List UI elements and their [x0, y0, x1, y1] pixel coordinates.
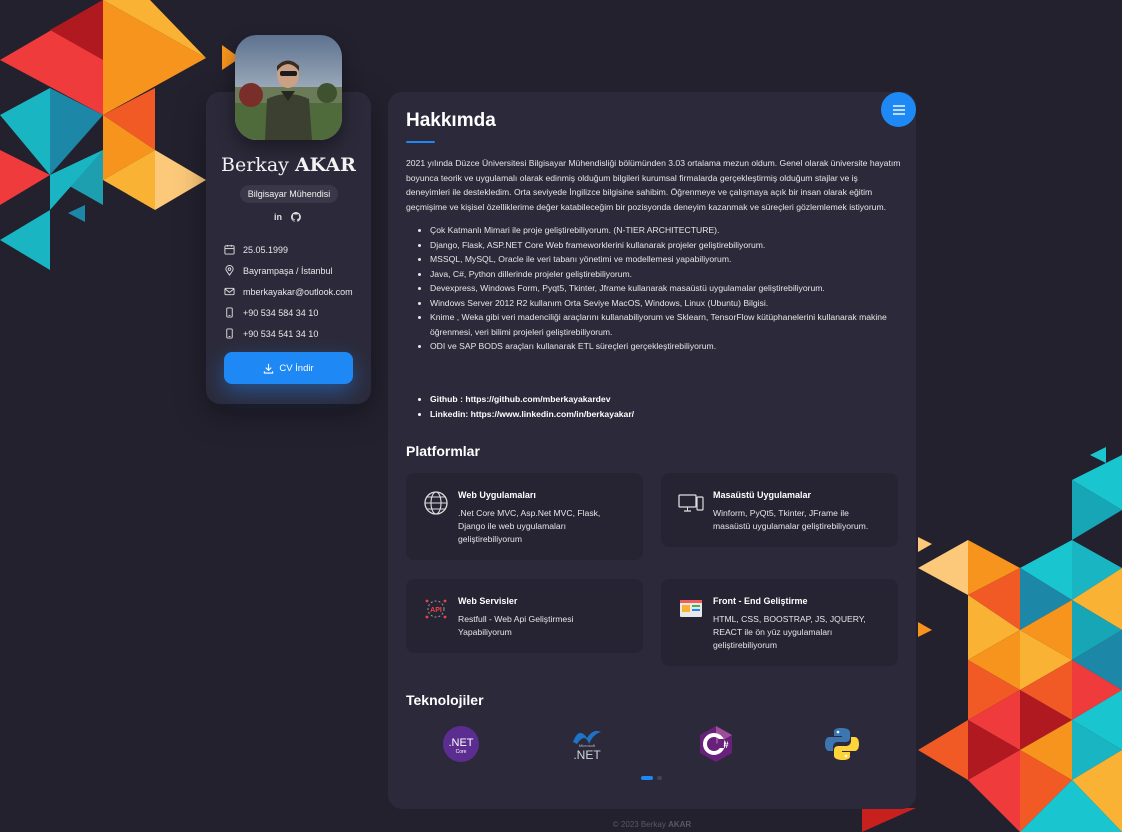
platform-title: Front - End Geliştirme: [713, 596, 808, 606]
list-item: Django, Flask, ASP.NET Core Web framewor…: [430, 238, 900, 253]
list-item: Knime , Weka gibi veri madenciliği araçl…: [430, 310, 900, 339]
profile-name: Berkay AKAR: [206, 154, 371, 176]
platform-title: Web Uygulamaları: [458, 490, 536, 500]
footer-text: © 2023 Berkay: [612, 820, 666, 829]
about-paragraph: 2021 yılında Düzce Üniversitesi Bilgisay…: [406, 158, 901, 212]
hamburger-icon: [892, 104, 905, 115]
profile-links: Github : https://github.com/mberkayakard…: [430, 392, 634, 422]
contact-info: 25.05.1999 Bayrampaşa / İstanbul mberkay…: [224, 239, 353, 344]
platform-card-web: Web Uygulamaları .Net Core MVC, Asp.Net …: [406, 473, 643, 560]
linkedin-icon[interactable]: in: [274, 212, 282, 224]
cv-download-label: CV İndir: [279, 362, 314, 374]
list-item: MSSQL, MySQL, Oracle ile veri tabanı yön…: [430, 252, 900, 267]
pagination-dot-active[interactable]: [641, 776, 653, 780]
platforms-heading: Platformlar: [406, 443, 480, 459]
github-icon[interactable]: [290, 212, 301, 224]
globe-icon: [424, 491, 448, 515]
platform-title: Masaüstü Uygulamalar: [713, 490, 812, 500]
location-row: Bayrampaşa / İstanbul: [224, 260, 353, 281]
job-title-badge: Bilgisayar Mühendisi: [240, 185, 338, 203]
dotnet-framework-label: .NET: [573, 748, 601, 762]
location-pin-icon: [225, 265, 234, 276]
mail-icon: [224, 287, 235, 296]
phone-icon: [226, 307, 233, 318]
first-name: Berkay: [221, 154, 289, 176]
phone-row-2[interactable]: +90 534 541 34 10: [224, 323, 353, 344]
heading-underline: [406, 141, 435, 143]
github-link[interactable]: Github : https://github.com/mberkayakard…: [430, 392, 634, 407]
email-row[interactable]: mberkayakar@outlook.com: [224, 281, 353, 302]
technologies-heading: Teknolojiler: [406, 692, 484, 708]
dotnet-framework-icon: Microsoft .NET: [573, 730, 601, 762]
footer-name: AKAR: [668, 820, 692, 829]
phone-row-1[interactable]: +90 534 584 34 10: [224, 302, 353, 323]
avatar: [235, 35, 342, 140]
birthdate-row: 25.05.1999: [224, 239, 353, 260]
svg-text:API: API: [430, 607, 442, 614]
list-item: Java, C#, Python dillerinde projeler gel…: [430, 267, 900, 282]
platform-card-desktop: Masaüstü Uygulamalar Winform, PyQt5, Tki…: [661, 473, 898, 547]
desktop-icon: [678, 494, 704, 512]
list-item: Devexpress, Windows Form, Pyqt5, Tkinter…: [430, 281, 900, 296]
skills-list: Çok Katmanlı Mimari ile proje geliştireb…: [430, 223, 900, 354]
calendar-icon: [224, 244, 235, 255]
menu-button[interactable]: [881, 92, 916, 127]
platform-desc: Restfull - Web Api Geliştirmesi Yapabili…: [458, 614, 574, 638]
carousel-pagination: [641, 776, 662, 780]
platform-title: Web Servisler: [458, 596, 518, 606]
list-item: Çok Katmanlı Mimari ile proje geliştireb…: [430, 223, 900, 238]
api-icon: API: [425, 599, 447, 619]
python-icon: [825, 728, 859, 760]
phone-text[interactable]: +90 534 541 34 10: [243, 329, 318, 339]
location-text: Bayrampaşa / İstanbul: [243, 265, 333, 276]
footer: © 2023 Berkay AKAR: [0, 820, 1122, 829]
linkedin-link[interactable]: Linkedin: https://www.linkedin.com/in/be…: [430, 407, 634, 422]
dotnet-core-label: .NET: [448, 737, 473, 749]
dotnet-core-sub: Core: [456, 749, 467, 755]
cv-download-button[interactable]: CV İndir: [224, 352, 353, 384]
phone-icon: [226, 328, 233, 339]
platform-desc: Winform, PyQt5, Tkinter, JFrame ile masa…: [713, 508, 869, 532]
svg-text:#: #: [723, 740, 728, 750]
download-icon: [264, 363, 274, 374]
dotnet-core-icon: .NET Core: [443, 726, 479, 762]
last-name: AKAR: [294, 154, 356, 176]
about-heading: Hakkımda: [406, 110, 496, 131]
list-item: ODI ve SAP BODS araçları kullanarak ETL …: [430, 339, 900, 354]
phone-text[interactable]: +90 534 584 34 10: [243, 308, 318, 318]
frontend-icon: [680, 600, 702, 617]
list-item: Windows Server 2012 R2 kullanım Orta Sev…: [430, 296, 900, 311]
social-links: in: [274, 212, 301, 224]
platform-desc: .Net Core MVC, Asp.Net MVC, Flask, Djang…: [458, 508, 601, 545]
email-text[interactable]: mberkayakar@outlook.com: [243, 287, 353, 297]
csharp-icon: #: [700, 726, 732, 762]
birthdate-text: 25.05.1999: [243, 244, 289, 255]
platform-desc: HTML, CSS, BOOSTRAP, JS, JQUERY, REACT i…: [713, 614, 866, 651]
pagination-dot[interactable]: [657, 776, 662, 780]
platform-card-webservice: API Web Servisler Restfull - Web Api Gel…: [406, 579, 643, 653]
platform-card-frontend: Front - End Geliştirme HTML, CSS, BOOSTR…: [661, 579, 898, 666]
